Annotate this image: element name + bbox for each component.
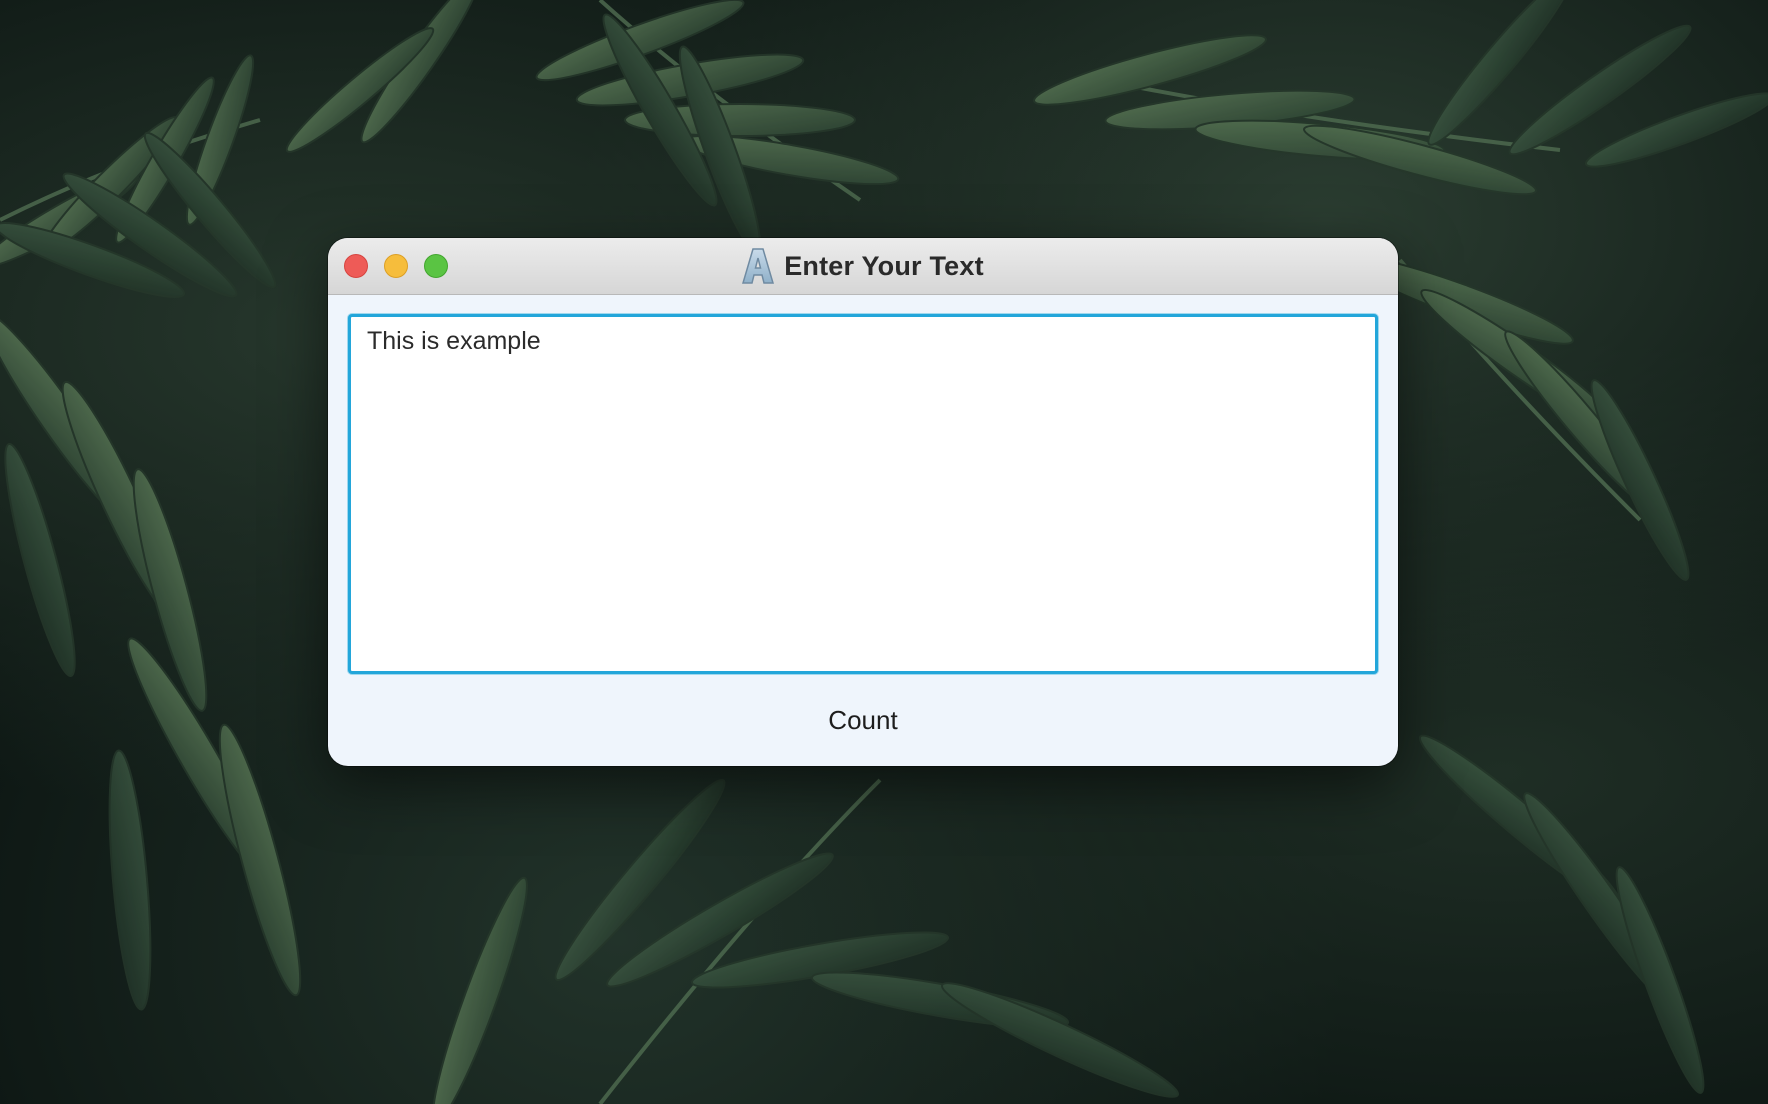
window-title: Enter Your Text (784, 250, 984, 281)
count-button[interactable]: Count (792, 696, 934, 744)
text-entry-window: Enter Your Text This is example Count (328, 238, 1398, 766)
title-bar[interactable]: Enter Your Text (328, 238, 1398, 295)
letter-a-icon (742, 248, 775, 284)
text-input-area[interactable]: This is example (351, 317, 1375, 671)
title-group: Enter Your Text (328, 238, 1398, 294)
text-area-frame: This is example (348, 314, 1378, 674)
